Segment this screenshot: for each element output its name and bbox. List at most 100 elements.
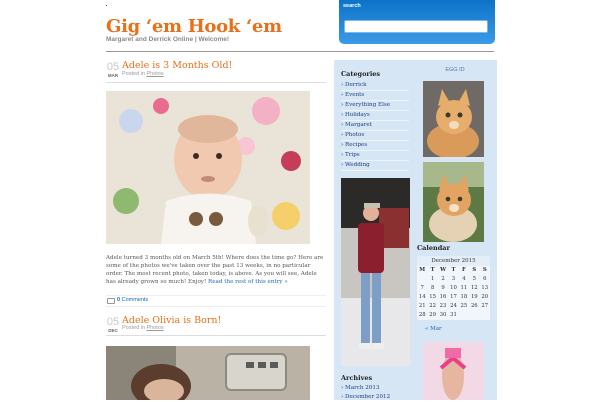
category-item[interactable]: › Events bbox=[341, 91, 409, 101]
post-meta: Posted in Photos bbox=[122, 325, 164, 331]
weekday: S bbox=[472, 267, 477, 273]
calendar-day: 15 bbox=[429, 294, 436, 300]
calendar-day: 17 bbox=[450, 294, 457, 300]
egg-id-title: EGG ID bbox=[445, 67, 465, 73]
post-category-link[interactable]: Photos bbox=[146, 325, 163, 331]
woman-snow-photo[interactable] bbox=[341, 178, 410, 366]
post-title-link[interactable]: Adele is 3 Months Old! bbox=[122, 60, 232, 71]
post-date-day: 05 bbox=[106, 316, 120, 328]
calendar-day: 18 bbox=[460, 294, 468, 300]
calendar-day bbox=[459, 311, 469, 320]
foot-photo[interactable] bbox=[423, 342, 484, 400]
calendar-prev-link[interactable]: « Mar bbox=[425, 326, 442, 332]
calendar-day: 24 bbox=[450, 303, 457, 309]
calendar-day bbox=[417, 275, 427, 284]
category-item[interactable]: › Photos bbox=[341, 131, 409, 141]
post-category-link[interactable]: Photos bbox=[146, 71, 163, 77]
calendar-day: 10 bbox=[450, 285, 457, 291]
category-link[interactable]: Margaret bbox=[345, 122, 372, 128]
post-date-month: DEC bbox=[108, 328, 118, 333]
comment-bubble-icon bbox=[107, 298, 115, 304]
baby-photo[interactable] bbox=[106, 91, 310, 244]
calendar-day: 6 bbox=[483, 276, 487, 282]
cat-photo-2-image bbox=[423, 162, 484, 242]
calendar-day: 29 bbox=[429, 312, 436, 318]
tiny-dot bbox=[106, 5, 107, 6]
calendar-day: 16 bbox=[439, 294, 447, 300]
site-title[interactable]: Gig ‘em Hook ‘em bbox=[106, 16, 282, 37]
category-item[interactable]: › Wedding bbox=[341, 161, 409, 171]
search-input[interactable] bbox=[344, 20, 488, 33]
post-date: 05 DEC bbox=[106, 316, 120, 334]
hospital-photo[interactable] bbox=[106, 346, 310, 400]
category-item[interactable]: › Recipes bbox=[341, 141, 409, 151]
read-more-link[interactable]: Read the rest of this entry » bbox=[208, 279, 288, 285]
category-link[interactable]: Wedding bbox=[345, 162, 370, 168]
category-item[interactable]: › Trips bbox=[341, 151, 409, 161]
calendar-day: 31 bbox=[450, 312, 457, 318]
category-link[interactable]: Derrick bbox=[345, 82, 366, 88]
calendar-day: 3 bbox=[451, 276, 456, 282]
category-link[interactable]: Holidays bbox=[345, 112, 370, 118]
category-link[interactable]: Everything Else bbox=[345, 102, 390, 108]
comments-link[interactable]: 0 Comments bbox=[117, 297, 148, 303]
archive-item[interactable]: › March 2013 bbox=[341, 384, 409, 393]
post-divider bbox=[106, 82, 326, 83]
weekday: W bbox=[440, 267, 447, 273]
calendar-day: 25 bbox=[460, 303, 468, 309]
weekday: T bbox=[430, 267, 435, 273]
calendar-day: 19 bbox=[470, 294, 478, 300]
category-link[interactable]: Photos bbox=[345, 132, 364, 138]
category-link[interactable]: Trips bbox=[345, 152, 360, 158]
calendar-week: 28 29 30 31 bbox=[417, 311, 490, 320]
categories-list: › Derrick › Events › Everything Else › H… bbox=[341, 81, 409, 171]
archive-link[interactable]: December 2012 bbox=[345, 394, 390, 400]
calendar-day: 1 bbox=[430, 276, 435, 282]
category-link[interactable]: Recipes bbox=[345, 142, 367, 148]
cat-photo-1[interactable] bbox=[423, 81, 484, 157]
header-divider bbox=[106, 51, 494, 52]
calendar-day: 8 bbox=[430, 285, 435, 291]
calendar-table: December 2015 M T W T F S S 1 2 3 4 5 6 … bbox=[417, 256, 490, 320]
calendar-day: 7 bbox=[420, 285, 424, 291]
archive-link[interactable]: March 2013 bbox=[345, 385, 380, 391]
archives-list: › March 2013 › December 2012 bbox=[341, 384, 409, 402]
search-panel: search bbox=[339, 0, 495, 44]
calendar-week: 1 2 3 4 5 6 bbox=[417, 275, 490, 284]
calendar-day bbox=[480, 311, 490, 320]
post-divider bbox=[106, 335, 326, 336]
post-meta: Posted in Photos bbox=[122, 71, 164, 77]
calendar-day: 2 bbox=[441, 276, 445, 282]
post-date-month: MAR bbox=[107, 73, 119, 78]
calendar-day: 11 bbox=[460, 285, 468, 291]
category-item[interactable]: › Everything Else bbox=[341, 101, 409, 111]
posted-in-label: Posted in bbox=[122, 71, 145, 77]
calendar-day: 21 bbox=[418, 303, 426, 309]
comments-count: 0 bbox=[117, 297, 121, 303]
comments-label: Comments bbox=[121, 297, 149, 303]
baby-photo-image bbox=[106, 91, 310, 244]
calendar-day bbox=[469, 311, 479, 320]
woman-snow-photo-image bbox=[341, 178, 410, 366]
calendar-week: 21 22 23 24 25 26 27 bbox=[417, 302, 490, 311]
calendar-day: 13 bbox=[481, 285, 489, 291]
archives-title: Archives bbox=[341, 374, 373, 382]
calendar-day: 14 bbox=[418, 294, 426, 300]
calendar-title: Calendar bbox=[417, 244, 450, 252]
category-link[interactable]: Events bbox=[345, 92, 364, 98]
calendar-day: 22 bbox=[429, 303, 436, 309]
comments-bar: 0 Comments bbox=[106, 295, 326, 307]
categories-title: Categories bbox=[341, 70, 381, 78]
category-item[interactable]: › Margaret bbox=[341, 121, 409, 131]
category-item[interactable]: › Derrick bbox=[341, 81, 409, 91]
post-date-day: 05 bbox=[106, 61, 120, 73]
cat-photo-1-image bbox=[423, 81, 484, 157]
weekday: F bbox=[462, 267, 466, 273]
weekday: S bbox=[482, 267, 487, 273]
calendar-day: 23 bbox=[439, 303, 447, 309]
cat-photo-2[interactable] bbox=[423, 162, 484, 242]
calendar-day: 4 bbox=[462, 276, 466, 282]
category-item[interactable]: › Holidays bbox=[341, 111, 409, 121]
foot-photo-image bbox=[423, 342, 484, 400]
archive-item[interactable]: › December 2012 bbox=[341, 393, 409, 402]
